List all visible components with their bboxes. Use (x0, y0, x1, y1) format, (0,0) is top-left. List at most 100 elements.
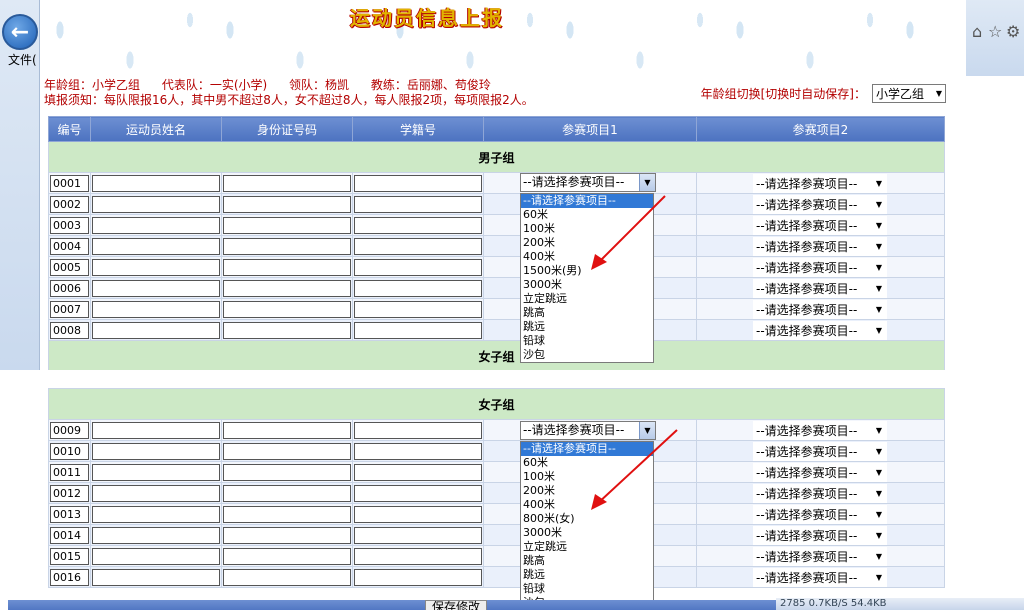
dropdown-option[interactable]: 立定跳远 (521, 540, 653, 554)
event2-select[interactable]: --请选择参赛项目-- ▼ (753, 216, 887, 235)
student-number-input[interactable] (354, 505, 482, 523)
student-number-input[interactable] (354, 300, 482, 318)
dropdown-option[interactable]: 跳高 (521, 554, 653, 568)
event2-select[interactable]: --请选择参赛项目-- ▼ (753, 526, 887, 545)
student-number-input[interactable] (354, 463, 482, 481)
page-upper: 运动员信息上报 年龄组：小学乙组 代表队：一实(小学) 领队：杨凯 教练：岳丽娜… (40, 0, 966, 370)
id-number-input[interactable] (223, 216, 351, 234)
student-number-input[interactable] (354, 526, 482, 544)
event2-select[interactable]: --请选择参赛项目-- ▼ (753, 300, 887, 319)
page-title: 运动员信息上报 (350, 6, 504, 30)
dropdown-option[interactable]: 跳远 (521, 568, 653, 582)
dropdown-option[interactable]: 跳远 (521, 320, 653, 334)
name-input[interactable] (92, 442, 220, 460)
dropdown-option[interactable]: 铅球 (521, 334, 653, 348)
athlete-table-female: 女子组 0009 --请选择参赛项目-- ▼ 0010 --请选择参赛项目-- ▼ 0011… (47, 388, 946, 588)
chevron-down-icon: ▼ (875, 468, 882, 477)
table-row: 0002 --请选择参赛项目-- ▼ (48, 193, 945, 215)
id-number-input[interactable] (223, 526, 351, 544)
student-number-input[interactable] (354, 195, 482, 213)
student-number-input[interactable] (354, 321, 482, 339)
event2-select[interactable]: --请选择参赛项目-- ▼ (753, 421, 887, 440)
dropdown-option[interactable]: 铅球 (521, 582, 653, 596)
name-input[interactable] (92, 526, 220, 544)
event2-select[interactable]: --请选择参赛项目-- ▼ (753, 195, 887, 214)
student-number-input[interactable] (354, 237, 482, 255)
event2-select[interactable]: --请选择参赛项目-- ▼ (753, 568, 887, 587)
name-input[interactable] (92, 421, 220, 439)
id-number-input[interactable] (223, 547, 351, 565)
name-input[interactable] (92, 568, 220, 586)
student-number-input[interactable] (354, 442, 482, 460)
dropdown-option[interactable]: 3000米 (521, 526, 653, 540)
event2-select[interactable]: --请选择参赛项目-- ▼ (753, 463, 887, 482)
age-group-select[interactable]: 小学乙组 ▼ (872, 84, 946, 103)
chevron-down-icon: ▼ (875, 426, 882, 435)
id-number-input[interactable] (223, 321, 351, 339)
id-number-input[interactable] (223, 421, 351, 439)
gear-icon[interactable]: ⚙ (1006, 22, 1020, 41)
student-number-input[interactable] (354, 174, 482, 192)
star-icon[interactable]: ☆ (988, 22, 1002, 41)
name-input[interactable] (92, 258, 220, 276)
student-number-input[interactable] (354, 568, 482, 586)
name-input[interactable] (92, 505, 220, 523)
event2-select[interactable]: --请选择参赛项目-- ▼ (753, 442, 887, 461)
dropdown-option[interactable]: 跳高 (521, 306, 653, 320)
id-number-input[interactable] (223, 505, 351, 523)
athlete-number: 0004 (50, 237, 89, 255)
name-input[interactable] (92, 463, 220, 481)
name-input[interactable] (92, 484, 220, 502)
browser-toolbar-right: ⌂ ☆ ⚙ (966, 0, 1024, 76)
id-number-input[interactable] (223, 442, 351, 460)
id-number-input[interactable] (223, 300, 351, 318)
student-number-input[interactable] (354, 279, 482, 297)
dropdown-option[interactable]: 沙包 (521, 348, 653, 362)
event2-select[interactable]: --请选择参赛项目-- ▼ (753, 258, 887, 277)
id-number-input[interactable] (223, 568, 351, 586)
student-number-input[interactable] (354, 547, 482, 565)
athlete-table-male: 编号 运动员姓名 身份证号码 学籍号 参赛项目1 参赛项目2 男子组 0001 -… (48, 116, 945, 370)
id-number-input[interactable] (223, 174, 351, 192)
event2-select[interactable]: --请选择参赛项目-- ▼ (753, 237, 887, 256)
chevron-down-icon: ▼ (875, 263, 882, 272)
event2-select[interactable]: --请选择参赛项目-- ▼ (753, 279, 887, 298)
event2-select[interactable]: --请选择参赛项目-- ▼ (753, 484, 887, 503)
save-button[interactable]: 保存修改 (425, 600, 488, 610)
event2-select[interactable]: --请选择参赛项目-- ▼ (753, 505, 887, 524)
table-row: 0001 --请选择参赛项目-- ▼ (48, 172, 945, 194)
student-number-input[interactable] (354, 421, 482, 439)
name-input[interactable] (92, 195, 220, 213)
coach-label: 教练：岳丽娜、苟俊玲 (370, 78, 491, 92)
id-number-input[interactable] (223, 279, 351, 297)
name-input[interactable] (92, 300, 220, 318)
home-icon[interactable]: ⌂ (972, 22, 982, 41)
id-number-input[interactable] (223, 258, 351, 276)
back-arrow-icon[interactable]: ← (2, 14, 38, 50)
name-input[interactable] (92, 547, 220, 565)
name-input[interactable] (92, 216, 220, 234)
id-number-input[interactable] (223, 237, 351, 255)
name-input[interactable] (92, 321, 220, 339)
name-input[interactable] (92, 279, 220, 297)
student-number-input[interactable] (354, 216, 482, 234)
student-number-input[interactable] (354, 258, 482, 276)
chevron-down-icon: ▼ (875, 573, 882, 582)
athlete-number: 0005 (50, 258, 89, 276)
file-menu[interactable]: 文件( (8, 51, 37, 68)
name-input[interactable] (92, 237, 220, 255)
event2-select[interactable]: --请选择参赛项目-- ▼ (753, 547, 887, 566)
athlete-number: 0002 (50, 195, 89, 213)
dropdown-option[interactable]: 3000米 (521, 278, 653, 292)
athlete-number: 0010 (50, 442, 89, 460)
id-number-input[interactable] (223, 463, 351, 481)
event2-select[interactable]: --请选择参赛项目-- ▼ (753, 174, 887, 193)
dropdown-option[interactable]: 立定跳远 (521, 292, 653, 306)
id-number-input[interactable] (223, 195, 351, 213)
event2-select[interactable]: --请选择参赛项目-- ▼ (753, 321, 887, 340)
athlete-number: 0008 (50, 321, 89, 339)
id-number-input[interactable] (223, 484, 351, 502)
athlete-number: 0016 (50, 568, 89, 586)
name-input[interactable] (92, 174, 220, 192)
student-number-input[interactable] (354, 484, 482, 502)
